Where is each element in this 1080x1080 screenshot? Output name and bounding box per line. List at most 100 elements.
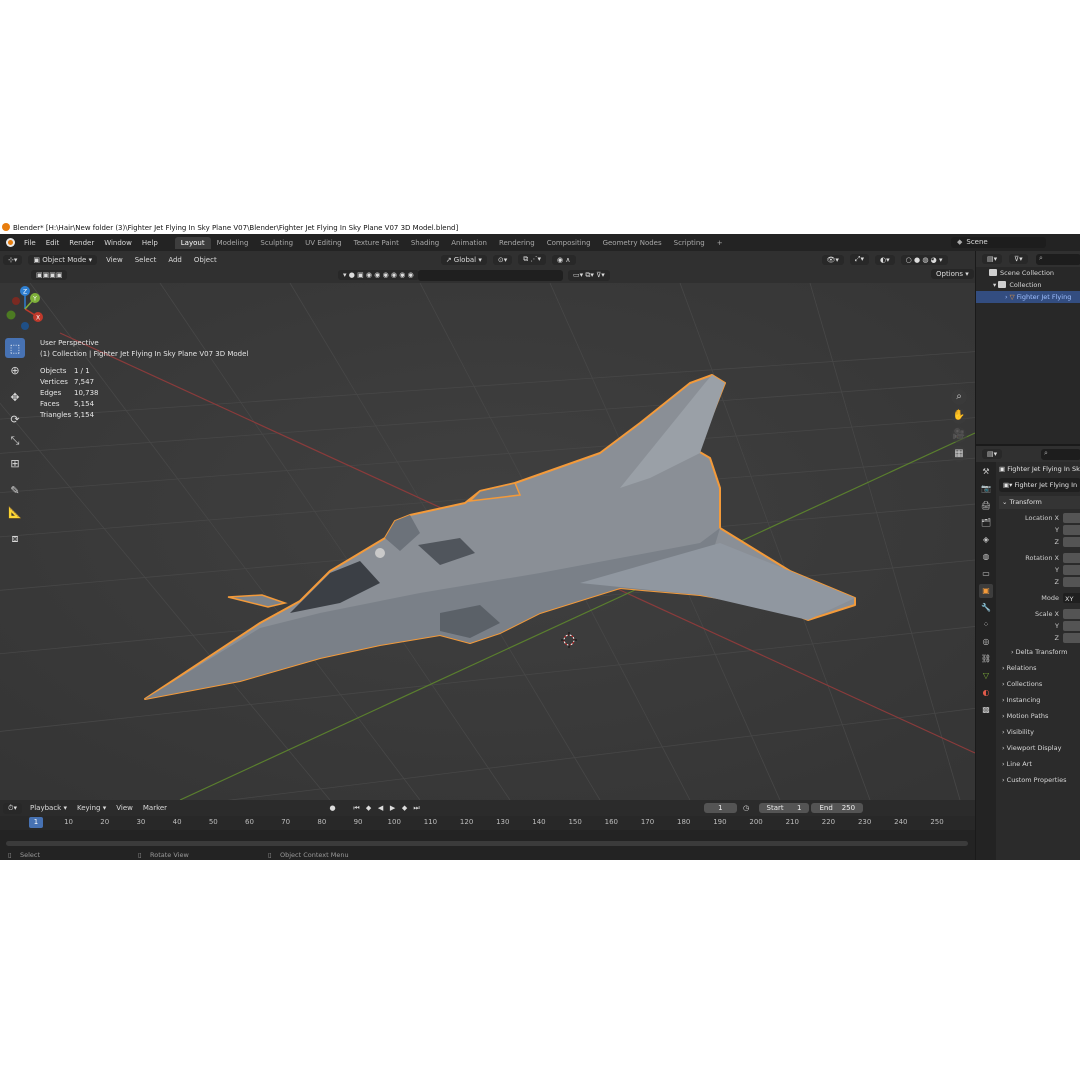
scene-tab-icon[interactable]: ◈ [979,533,993,547]
select-box-tool-icon[interactable]: ⬚ [5,338,25,358]
options-button[interactable]: Options ▾ [931,269,974,279]
rotation-x-field[interactable] [1063,553,1080,563]
material-tab-icon[interactable]: ◐ [979,686,993,700]
camera-view-icon[interactable]: 🎥 [951,427,967,443]
add-workspace-button[interactable]: + [711,237,729,249]
menu-render[interactable]: Render [64,239,99,247]
data-tab-icon[interactable]: ▽ [979,669,993,683]
instancing-header[interactable]: › Instancing [999,692,1080,708]
current-frame-field[interactable]: 1 [704,803,737,813]
outliner-row-fighter-jet[interactable]: › ▽ Fighter Jet Flying [976,291,1080,303]
output-tab-icon[interactable]: 🖨 [979,499,993,513]
outliner-search-input[interactable]: ⌕ [1036,254,1080,265]
record-icon[interactable]: ● [327,803,338,814]
outliner-row-collection[interactable]: ▾ Collection [976,279,1080,291]
tab-texture-paint[interactable]: Texture Paint [348,237,405,249]
start-frame-field[interactable]: Start 1 [758,803,810,813]
transform-tool-icon[interactable]: ⊞ [5,453,25,473]
line-art-header[interactable]: › Line Art [999,756,1080,772]
collections-header[interactable]: › Collections [999,676,1080,692]
tool-tab-icon[interactable]: ⚒ [979,465,993,479]
tab-uv-editing[interactable]: UV Editing [299,237,348,249]
add-cube-tool-icon[interactable]: ⧈ [5,529,25,549]
motion-paths-header[interactable]: › Motion Paths [999,708,1080,724]
viewport-search-input[interactable] [418,270,563,281]
orientation-dropdown[interactable]: ↗ Global ▾ [440,254,487,265]
play-icon[interactable]: ▶ [387,803,398,814]
menu-help[interactable]: Help [137,239,163,247]
tab-geometry-nodes[interactable]: Geometry Nodes [597,237,668,249]
zoom-icon[interactable]: ⌕ [951,389,967,405]
navigation-gizmo[interactable]: Z X Y [0,283,50,333]
properties-search-input[interactable]: ⌕ [1041,449,1080,460]
properties-editor-type-dropdown[interactable]: ▤▾ [982,449,1003,459]
physics-tab-icon[interactable]: ◎ [979,635,993,649]
tab-animation[interactable]: Animation [445,237,493,249]
rotate-tool-icon[interactable]: ⟳ [5,409,25,429]
relations-header[interactable]: › Relations [999,660,1080,676]
rotation-mode-dropdown[interactable]: XY [1063,593,1080,603]
pivot-dropdown[interactable]: ⊙▾ [492,254,513,265]
blender-menu-icon[interactable] [6,238,15,247]
outliner-editor-type-dropdown[interactable]: ▤▾ [982,254,1003,264]
delta-transform-header[interactable]: › Delta Transform [999,644,1080,660]
view-filter-buttons[interactable]: ▾ ● ▣ ◉ ◉ ◉ ◉ ◉ ◉ [338,270,419,280]
transform-panel-header[interactable]: ⌄ Transform [999,496,1080,509]
jump-end-icon[interactable]: ⏭ [411,803,422,814]
viewport-display-header[interactable]: › Viewport Display [999,740,1080,756]
move-tool-icon[interactable]: ✥ [5,387,25,407]
menu-file[interactable]: File [19,239,41,247]
render-tab-icon[interactable]: 📷 [979,482,993,496]
texture-tab-icon[interactable]: ▩ [979,703,993,717]
clock-icon[interactable]: ◷ [741,803,752,814]
3d-viewport[interactable]: ⬚ ⊕ ✥ ⟳ ⤡ ⊞ ✎ 📐 ⧈ User Perspective (1) C… [0,283,975,800]
jump-start-icon[interactable]: ⏮ [351,803,362,814]
tab-layout[interactable]: Layout [174,236,211,249]
playhead[interactable]: 1 [29,817,43,828]
scale-z-field[interactable] [1063,633,1080,643]
annotate-tool-icon[interactable]: ✎ [5,480,25,500]
measure-tool-icon[interactable]: 📐 [5,502,25,522]
shading-mode-buttons[interactable]: ○ ● ◍ ◕ ▾ [900,254,948,265]
menu-view[interactable]: View [100,256,129,264]
object-name-field[interactable]: ▣▾ Fighter Jet Flying In [999,478,1080,492]
end-frame-field[interactable]: End 250 [811,803,864,813]
tab-sculpting[interactable]: Sculpting [254,237,299,249]
menu-playback[interactable]: Playback ▾ [25,804,72,812]
location-x-field[interactable] [1063,513,1080,523]
custom-properties-header[interactable]: › Custom Properties [999,772,1080,788]
scale-tool-icon[interactable]: ⤡ [5,431,25,451]
timeline-editor-type-dropdown[interactable]: ⏱▾ [3,802,22,814]
visibility-dropdown[interactable]: 👁▾ [821,254,844,265]
tab-shading[interactable]: Shading [405,237,445,249]
select-mode-buttons[interactable]: ▣▣▣▣ [31,270,68,280]
gizmo-toggle[interactable]: ⤢▾ [849,254,870,265]
snap-toggle[interactable]: ⧉ ⋰▾ [518,254,547,265]
overlay-toggle[interactable]: ◐▾ [875,254,895,265]
timeline-ruler[interactable]: 1 10 20 30 40 50 60 70 80 90 100 110 120 130 140 150 16… [0,816,975,830]
modifier-tab-icon[interactable]: 🔧 [979,601,993,615]
menu-timeline-view[interactable]: View [111,804,138,812]
timeline-scrollbar[interactable] [6,841,968,846]
rotation-z-field[interactable] [1063,577,1080,587]
rotation-y-field[interactable] [1063,565,1080,575]
editor-type-dropdown[interactable]: ⊹▾ [3,254,23,265]
constraints-tab-icon[interactable]: ⛓ [979,652,993,666]
mode-dropdown[interactable]: ▣ Object Mode ▾ [28,254,98,265]
filter-buttons[interactable]: ▭▾ ⧉▾ ⊽▾ [568,270,610,281]
next-keyframe-icon[interactable]: ◆ [399,803,410,814]
world-tab-icon[interactable]: ◍ [979,550,993,564]
outliner-row-scene-collection[interactable]: Scene Collection [976,267,1080,279]
menu-select[interactable]: Select [129,256,163,264]
location-y-field[interactable] [1063,525,1080,535]
menu-keying[interactable]: Keying ▾ [72,804,111,812]
location-z-field[interactable] [1063,537,1080,547]
scale-y-field[interactable] [1063,621,1080,631]
perspective-grid-icon[interactable]: ▦ [951,446,967,462]
scale-x-field[interactable] [1063,609,1080,619]
outliner-filter-dropdown[interactable]: ⊽▾ [1009,254,1028,264]
prev-keyframe-icon[interactable]: ◆ [363,803,374,814]
tab-scripting[interactable]: Scripting [668,237,711,249]
tab-compositing[interactable]: Compositing [541,237,597,249]
scene-selector[interactable]: ◆ Scene [951,237,1046,248]
